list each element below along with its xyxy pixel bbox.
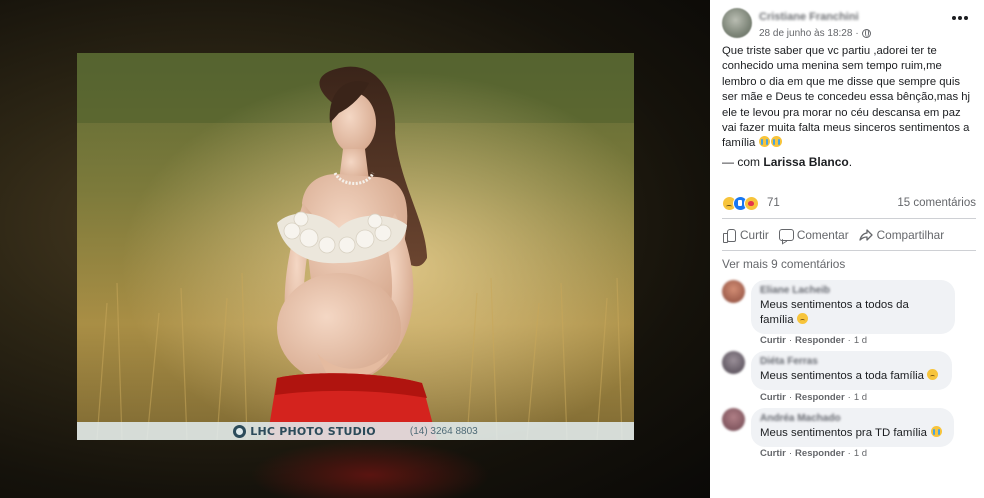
commenter-avatar[interactable] — [722, 280, 745, 303]
reaction-icons[interactable] — [722, 195, 759, 211]
post-text: Que triste saber que vc partiu ,adorei t… — [722, 44, 978, 152]
separator-dot: · — [788, 335, 793, 346]
like-label: Curtir — [740, 228, 769, 242]
comment-text: Meus sentimentos pra TD família — [760, 426, 944, 441]
commenter-avatar[interactable] — [722, 351, 745, 374]
photo-image — [77, 53, 634, 440]
comment-actions: Curtir · Responder · 1 d — [760, 335, 867, 346]
divider — [722, 250, 976, 251]
with-prefix: — com — [722, 155, 761, 169]
comment-bubble: Eliane Lacheib Meus sentimentos a todos … — [751, 280, 955, 334]
post-actions: Curtir Comentar Compartilhar — [722, 225, 976, 245]
share-icon — [858, 228, 873, 242]
comment-body: Meus sentimentos a todos da família — [760, 299, 909, 326]
comment-like-link[interactable]: Curtir — [760, 392, 786, 403]
comment-actions: Curtir · Responder · 1 d — [760, 392, 867, 403]
comment-text: Meus sentimentos a todos da família — [760, 298, 945, 328]
comment-label: Comentar — [796, 228, 849, 242]
blurred-background — [250, 440, 490, 498]
share-label: Compartilhar — [876, 228, 945, 242]
comment-body: Meus sentimentos a toda família — [760, 370, 924, 382]
comment-body: Meus sentimentos pra TD família — [760, 427, 927, 439]
more-options-icon[interactable] — [952, 16, 968, 20]
author-avatar[interactable] — [722, 8, 752, 38]
sad-face-icon — [796, 313, 808, 324]
view-more-comments[interactable]: Ver mais 9 comentários — [722, 257, 845, 271]
share-button[interactable]: Compartilhar — [858, 228, 945, 242]
reactions-summary: 71 15 comentários — [722, 194, 976, 212]
separator-dot: · — [788, 392, 793, 403]
commenter-name[interactable]: Andréa Machado — [760, 413, 944, 425]
comment-bubble: Andréa Machado Meus sentimentos pra TD f… — [751, 408, 954, 447]
photo-viewer: LHC PHOTO STUDIO (14) 3264 8803 — [0, 0, 710, 498]
watermark-brand: LHC PHOTO STUDIO — [250, 424, 376, 438]
post-panel: Cristiane Franchini 28 de junho às 18:28… — [710, 0, 984, 498]
comment-reply-link[interactable]: Responder — [795, 448, 845, 459]
separator-dot: · — [847, 392, 851, 403]
comment-button[interactable]: Comentar — [778, 228, 849, 242]
separator-dot: · — [788, 448, 793, 459]
crying-face-icon — [771, 136, 783, 148]
thumbs-up-icon — [722, 228, 736, 243]
watermark-logo: LHC PHOTO STUDIO — [233, 424, 376, 438]
tagged-with: — com Larissa Blanco. — [722, 155, 852, 169]
comment-like-link[interactable]: Curtir — [760, 448, 786, 459]
comment-actions: Curtir · Responder · 1 d — [760, 448, 867, 459]
comment-reply-link[interactable]: Responder — [795, 392, 845, 403]
crying-face-icon — [759, 136, 771, 148]
studio-logo-icon — [233, 424, 247, 438]
photo-watermark: LHC PHOTO STUDIO (14) 3264 8803 — [77, 422, 634, 440]
globe-icon — [861, 29, 871, 38]
with-suffix: . — [848, 155, 853, 169]
commenter-name[interactable]: Eliane Lacheib — [760, 285, 945, 297]
comment-age[interactable]: 1 d — [854, 448, 867, 459]
post-timestamp[interactable]: 28 de junho às 18:28 — [759, 28, 852, 39]
post-header: Cristiane Franchini 28 de junho às 18:28… — [710, 0, 984, 44]
divider — [722, 218, 976, 219]
watermark-phone: (14) 3264 8803 — [409, 425, 478, 437]
comment-age[interactable]: 1 d — [854, 335, 867, 346]
tagged-person[interactable]: Larissa Blanco — [763, 155, 848, 169]
post-body: Que triste saber que vc partiu ,adorei t… — [722, 45, 971, 150]
separator-dot: · — [847, 335, 851, 346]
commenter-name[interactable]: Diéta Ferras — [760, 356, 942, 368]
post-meta: 28 de junho às 18:28 · — [759, 28, 871, 39]
comment-icon — [778, 228, 794, 242]
post-photo[interactable]: LHC PHOTO STUDIO (14) 3264 8803 — [77, 53, 634, 440]
comment-like-link[interactable]: Curtir — [760, 335, 786, 346]
comment-reply-link[interactable]: Responder — [795, 335, 845, 346]
like-button[interactable]: Curtir — [722, 228, 769, 243]
separator-dot: · — [847, 448, 851, 459]
care-reaction-icon — [744, 195, 759, 211]
separator-dot: · — [855, 28, 859, 39]
comment-bubble: Diéta Ferras Meus sentimentos a toda fam… — [751, 351, 952, 390]
sad-face-icon — [927, 369, 939, 380]
comment-age[interactable]: 1 d — [854, 392, 867, 403]
comment-count[interactable]: 15 comentários — [897, 197, 976, 209]
crying-face-icon — [931, 426, 943, 437]
commenter-avatar[interactable] — [722, 408, 745, 431]
reaction-count[interactable]: 71 — [767, 197, 780, 209]
author-name[interactable]: Cristiane Franchini — [759, 11, 859, 23]
comment-text: Meus sentimentos a toda família — [760, 369, 942, 384]
